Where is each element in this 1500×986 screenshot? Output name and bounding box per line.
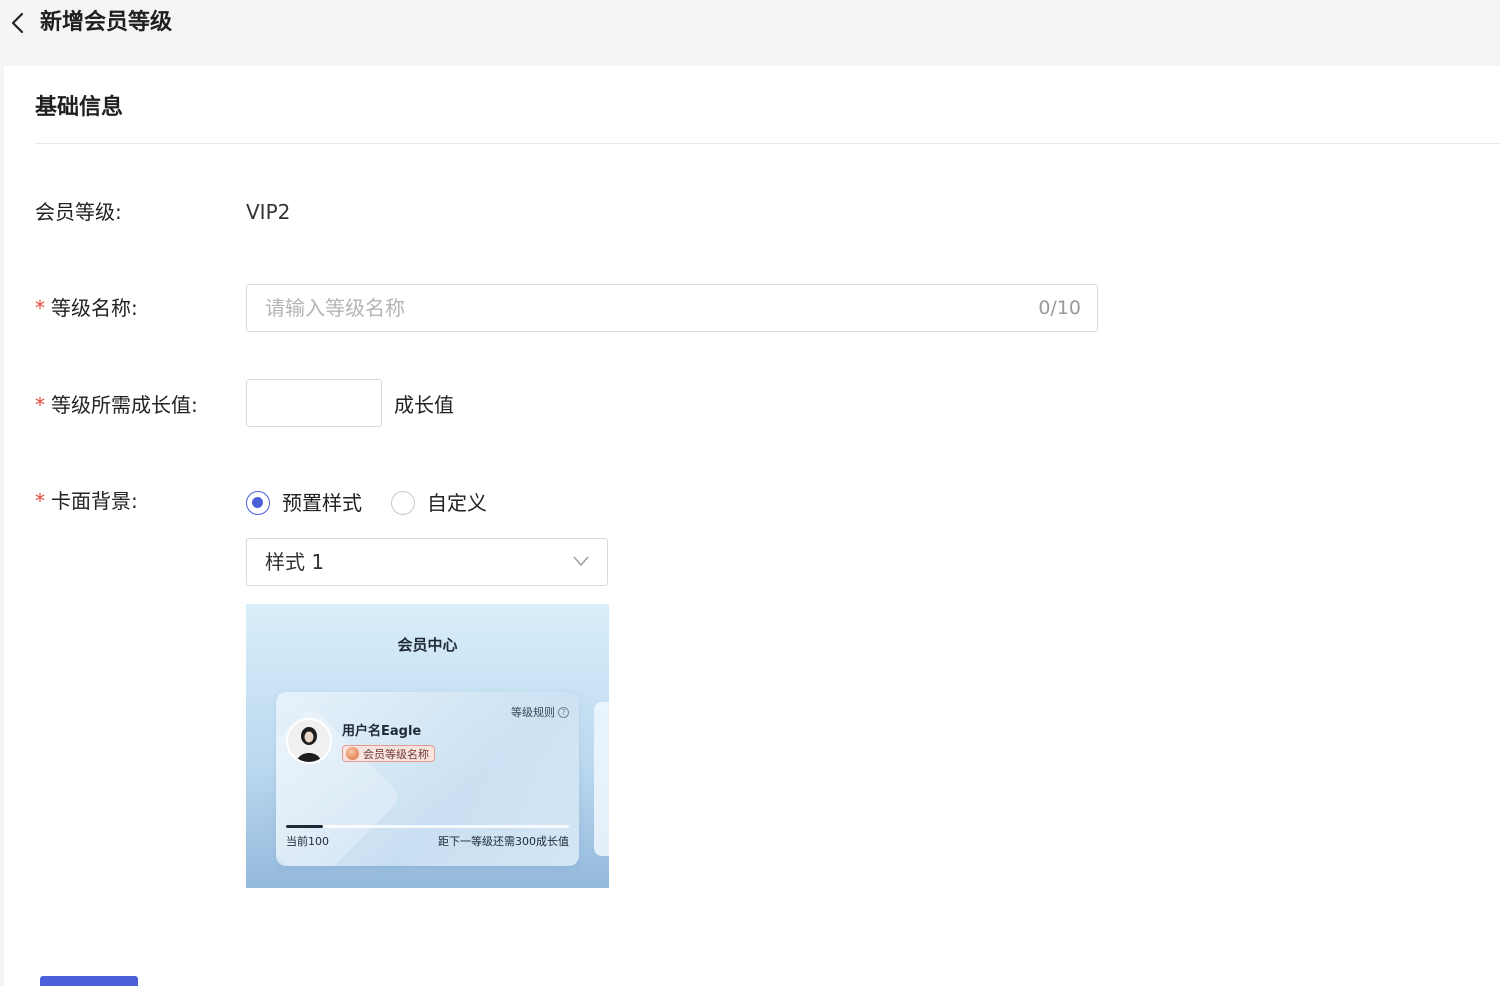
member-level-value: VIP2 [246,200,291,224]
card-preview: 会员中心 等级规则 ? 用户名Eagle 会员等级名称 当前100 距下一等级还… [246,604,609,888]
chevron-down-icon [573,556,589,567]
growth-unit: 成长值 [394,393,454,417]
style-select-value: 样式 1 [265,550,325,574]
level-name-label: * 等级名称: [35,294,138,322]
avatar [286,718,332,764]
member-level-label: 会员等级: [35,200,122,224]
level-name-label-text: 等级名称: [51,296,138,320]
radio-label: 预置样式 [282,491,362,515]
required-mark: * [35,393,45,417]
top-bar: 新增会员等级 [0,0,1500,66]
level-rules: 等级规则 ? [511,704,569,720]
radio-label: 自定义 [427,491,487,515]
next-level-requirement: 距下一等级还需300成长值 [438,835,569,848]
level-rules-text: 等级规则 [511,706,555,719]
radio-checked-icon[interactable] [246,491,270,515]
medal-icon [346,747,359,760]
growth-label-text: 等级所需成长值: [51,393,198,417]
card-bg-label-text: 卡面背景: [51,489,138,513]
question-icon: ? [558,706,569,718]
avatar-icon [288,720,330,762]
level-name-counter: 0/10 [1038,297,1081,319]
current-growth: 当前100 [286,835,329,848]
radio-unchecked-icon[interactable] [391,491,415,515]
style-select[interactable]: 样式 1 [246,538,608,586]
radio-custom[interactable]: 自定义 [391,489,487,517]
radio-preset-style[interactable]: 预置样式 [246,489,362,517]
growth-value-input[interactable] [246,379,382,427]
required-mark: * [35,296,45,320]
form-panel: 基础信息 会员等级: VIP2 * 等级名称: 请输入等级名称 0/10 * 等级所… [4,66,1500,986]
chevron-left-icon[interactable] [8,10,28,36]
growth-label: * 等级所需成长值: [35,391,198,419]
level-name-placeholder: 请输入等级名称 [265,296,405,320]
member-card: 等级规则 ? 用户名Eagle 会员等级名称 当前100 距下一等级还需300成… [276,692,579,866]
section-divider [35,143,1500,144]
section-title: 基础信息 [35,95,124,120]
page-title: 新增会员等级 [40,10,173,35]
next-card-peek [594,702,609,856]
required-mark: * [35,489,45,513]
progress-bar [286,825,569,828]
preview-title: 会员中心 [397,636,458,654]
progress-fill [286,825,323,828]
level-name-input[interactable]: 请输入等级名称 0/10 [246,284,1098,332]
level-badge-text: 会员等级名称 [363,747,429,761]
card-bg-label: * 卡面背景: [35,487,138,515]
submit-button[interactable] [40,976,138,986]
username: 用户名Eagle [342,724,422,739]
level-badge: 会员等级名称 [342,745,435,762]
